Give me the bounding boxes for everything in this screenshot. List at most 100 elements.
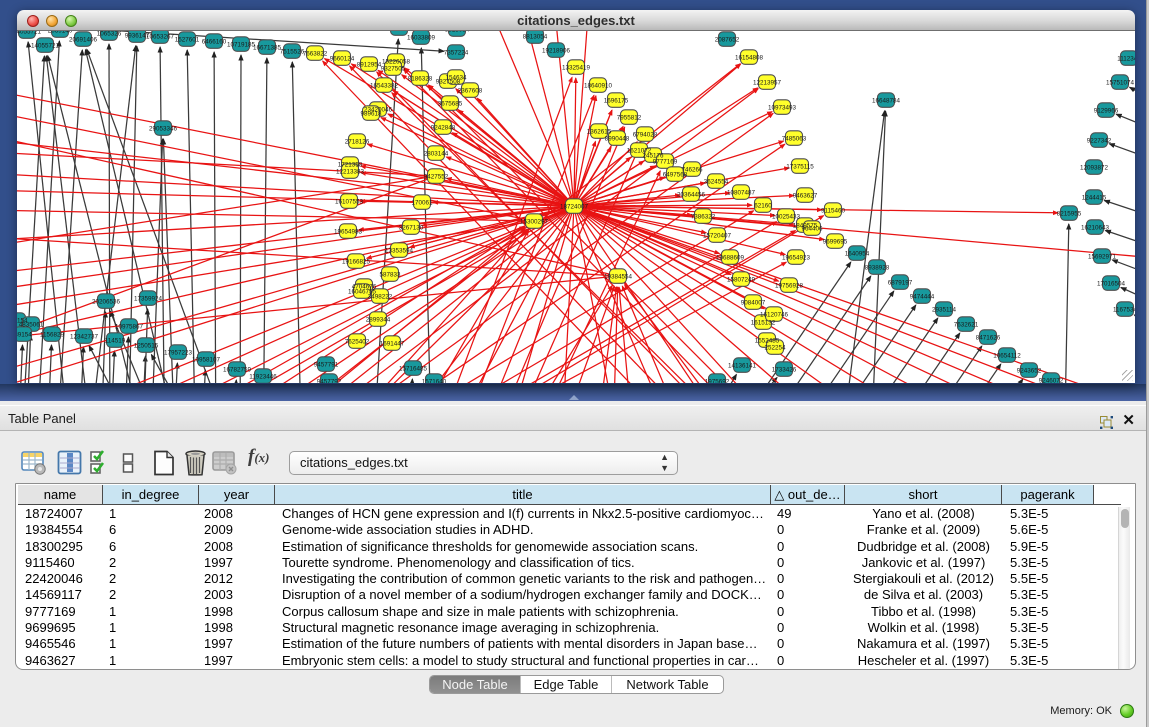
svg-text:9777169: 9777169: [653, 159, 678, 166]
svg-text:1975692: 1975692: [705, 379, 730, 384]
svg-text:9327505: 9327505: [381, 66, 406, 73]
svg-text:170061: 170061: [411, 200, 433, 207]
svg-text:10719185: 10719185: [227, 42, 256, 49]
svg-text:8215955: 8215955: [1057, 211, 1082, 218]
svg-text:19384554: 19384554: [604, 274, 633, 281]
svg-text:15226058: 15226058: [382, 59, 411, 66]
svg-text:7663822: 7663822: [303, 51, 328, 58]
svg-text:16120746: 16120746: [760, 312, 789, 319]
svg-text:9457792: 9457792: [317, 379, 342, 384]
svg-text:17359924: 17359924: [134, 296, 163, 303]
svg-text:1733426: 1733426: [772, 367, 797, 374]
svg-text:14055721: 14055721: [31, 43, 60, 50]
svg-text:8990448: 8990448: [605, 136, 630, 143]
svg-text:9242848: 9242848: [431, 125, 456, 132]
svg-text:154634: 154634: [445, 75, 467, 82]
svg-text:7515526: 7515526: [280, 49, 305, 56]
svg-text:2803144: 2803144: [424, 151, 449, 158]
svg-text:15692971: 15692971: [1088, 254, 1117, 261]
svg-text:9246072: 9246072: [1039, 378, 1064, 384]
svg-text:20206536: 20206536: [92, 299, 121, 306]
svg-text:19654983: 19654983: [334, 229, 363, 236]
svg-text:18640910: 18640910: [584, 83, 613, 90]
svg-text:1065326: 1065326: [97, 31, 122, 38]
svg-text:1691447: 1691447: [380, 341, 405, 348]
svg-text:746266: 746266: [681, 167, 703, 174]
svg-text:587833: 587833: [379, 272, 401, 279]
svg-text:9227342: 9227342: [1087, 138, 1112, 145]
svg-text:13325419: 13325419: [562, 65, 591, 72]
svg-text:6466160: 6466160: [202, 39, 227, 46]
svg-text:7632621: 7632621: [954, 322, 979, 329]
svg-text:7357224: 7357224: [444, 50, 469, 57]
svg-text:19756928: 19756928: [775, 283, 804, 290]
svg-text:2718126: 2718126: [345, 139, 370, 146]
svg-text:62160: 62160: [754, 203, 772, 210]
svg-text:15300297: 15300297: [520, 219, 549, 226]
svg-text:7485063: 7485063: [782, 136, 807, 143]
svg-text:8813054: 8813054: [445, 31, 470, 34]
svg-text:1156829: 1156829: [40, 332, 65, 339]
svg-text:16107553: 16107553: [335, 199, 364, 206]
svg-text:3675685: 3675685: [438, 101, 463, 108]
svg-text:9115460: 9115460: [821, 208, 846, 215]
svg-text:2367608: 2367608: [458, 88, 483, 95]
svg-text:39154: 39154: [17, 332, 32, 339]
svg-text:1527601: 1527601: [175, 37, 200, 44]
svg-text:9457791: 9457791: [314, 362, 339, 369]
svg-text:10025433: 10025433: [772, 214, 801, 221]
svg-text:7386322: 7386322: [691, 214, 716, 221]
svg-text:9463627: 9463627: [793, 193, 818, 200]
svg-text:1721358: 1721358: [338, 162, 363, 169]
svg-text:14136141: 14136141: [728, 363, 757, 370]
svg-text:8186328: 8186328: [408, 76, 433, 83]
svg-text:17375115: 17375115: [786, 164, 814, 171]
svg-text:12093872: 12093872: [1080, 165, 1109, 172]
svg-text:10653267: 10653267: [146, 34, 175, 41]
svg-text:6794028: 6794028: [633, 132, 658, 139]
svg-text:20691406: 20691406: [69, 37, 98, 44]
svg-text:16671385: 16671385: [253, 45, 282, 52]
svg-text:13353594: 13353594: [385, 248, 414, 255]
svg-text:12213957: 12213957: [753, 80, 782, 87]
svg-text:964406: 964406: [801, 226, 823, 233]
svg-text:15807249: 15807249: [727, 277, 756, 284]
svg-text:1603380: 1603380: [387, 31, 412, 33]
svg-text:20364456: 20364456: [677, 192, 706, 199]
svg-text:4835061: 4835061: [19, 322, 44, 329]
svg-text:9129966: 9129966: [1094, 108, 1119, 115]
svg-text:9699695: 9699695: [823, 239, 848, 246]
svg-text:1250515: 1250515: [134, 343, 159, 350]
svg-text:16210643: 16210643: [1081, 225, 1110, 232]
svg-text:8813054: 8813054: [523, 34, 548, 41]
svg-text:2935114: 2935114: [932, 307, 957, 314]
svg-text:15716485: 15716485: [399, 366, 428, 373]
svg-text:1640954: 1640954: [845, 251, 870, 258]
svg-text:16543382: 16543382: [370, 83, 399, 90]
svg-text:1696175: 1696175: [604, 98, 629, 105]
svg-text:1244415: 1244415: [1082, 195, 1107, 202]
svg-text:1112345: 1112345: [1117, 56, 1135, 63]
svg-text:7955812: 7955812: [617, 115, 642, 122]
svg-text:3267130: 3267130: [399, 225, 424, 232]
svg-text:17957223: 17957223: [164, 350, 193, 357]
svg-text:1362615: 1362615: [587, 129, 612, 136]
svg-text:114519: 114519: [105, 338, 126, 345]
svg-text:19654923: 19654923: [782, 255, 811, 262]
svg-text:16033809: 16033809: [407, 35, 436, 42]
svg-text:18724007: 18724007: [560, 204, 589, 211]
svg-text:1615132: 1615132: [751, 320, 776, 327]
svg-text:1571640: 1571640: [422, 379, 447, 384]
svg-text:8938928: 8938928: [865, 265, 890, 272]
svg-text:9427552: 9427552: [424, 174, 449, 181]
svg-text:19218906: 19218906: [542, 48, 571, 55]
svg-text:15751074: 15751074: [1106, 80, 1135, 87]
svg-text:12342737: 12342737: [70, 334, 99, 341]
svg-text:10807487: 10807487: [727, 190, 756, 197]
svg-text:6879197: 6879197: [888, 280, 913, 287]
svg-text:1167534: 1167534: [1113, 307, 1135, 314]
svg-text:9660124: 9660124: [330, 56, 355, 63]
svg-text:10688609: 10688609: [716, 255, 745, 262]
svg-text:19166825: 19166825: [342, 259, 371, 266]
svg-text:15720407: 15720407: [703, 233, 732, 240]
